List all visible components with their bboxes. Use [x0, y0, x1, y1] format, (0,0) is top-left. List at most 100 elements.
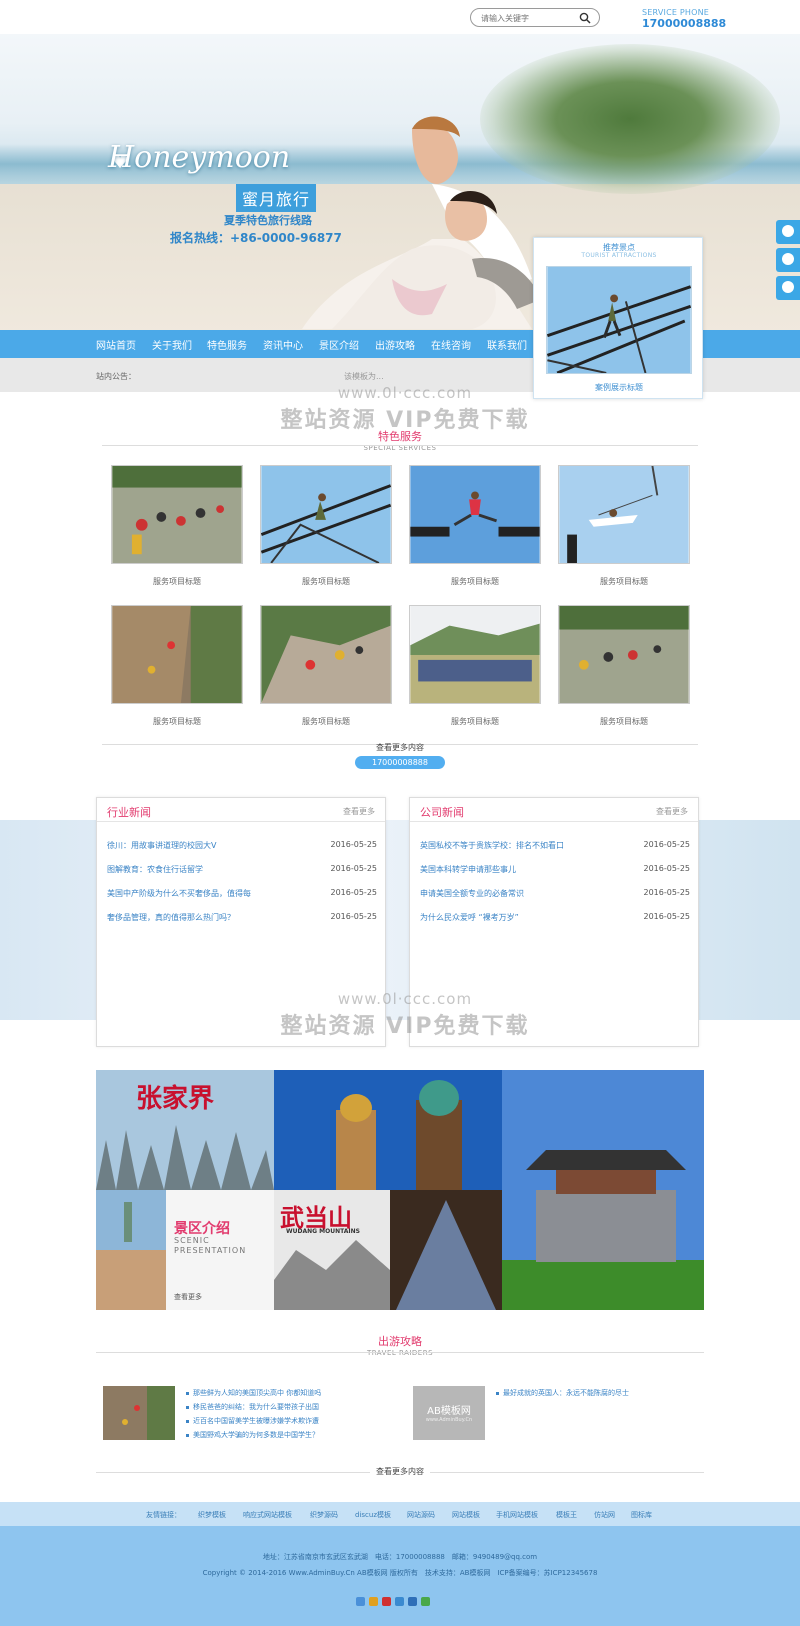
panel-more-link[interactable]: 查看更多: [656, 806, 688, 817]
notice-text[interactable]: 该模板为...: [344, 371, 384, 382]
news-row[interactable]: 美国中产阶级为什么不买奢侈品，值得每 2016-05-25: [107, 888, 377, 904]
service-image[interactable]: [558, 465, 690, 564]
travel-image[interactable]: [103, 1386, 175, 1440]
wechat-icon[interactable]: [776, 220, 800, 244]
travel-link[interactable]: 近百名中国留美学生被曝涉嫌学术欺诈遭: [186, 1416, 319, 1426]
news-row[interactable]: 美国本科转学申请那些事儿 2016-05-25: [420, 864, 690, 880]
news-row[interactable]: 徐川：用故事讲道理的校园大V 2016-05-25: [107, 840, 377, 856]
friend-link[interactable]: 模板王: [556, 1510, 577, 1520]
nav-item-contact[interactable]: 联系我们: [487, 337, 527, 352]
news-title[interactable]: 为什么民众爱呼 “裸考万岁”: [420, 912, 519, 923]
service-caption[interactable]: 服务项目标题: [111, 716, 243, 727]
news-row[interactable]: 为什么民众爱呼 “裸考万岁” 2016-05-25: [420, 912, 690, 928]
service-caption[interactable]: 服务项目标题: [409, 576, 541, 587]
news-row[interactable]: 图解教育：农食住行话留学 2016-05-25: [107, 864, 377, 880]
friend-link[interactable]: 织梦模板: [198, 1510, 226, 1520]
panel-header: 公司新闻 查看更多: [410, 798, 698, 822]
share-icon[interactable]: [395, 1597, 404, 1606]
service-image[interactable]: [260, 605, 392, 704]
service-image[interactable]: [111, 465, 243, 564]
service-item[interactable]: 服务项目标题: [111, 465, 243, 587]
scenic-more-link[interactable]: 查看更多: [174, 1292, 202, 1302]
recommend-image[interactable]: [546, 266, 692, 374]
share-icon[interactable]: [382, 1597, 391, 1606]
news-title[interactable]: 徐川：用故事讲道理的校园大V: [107, 840, 216, 851]
friend-link[interactable]: 织梦源码: [310, 1510, 338, 1520]
service-item[interactable]: 服务项目标题: [558, 605, 690, 727]
service-item[interactable]: 服务项目标题: [260, 605, 392, 727]
friend-link[interactable]: 手机网站模板: [496, 1510, 538, 1520]
friend-link[interactable]: 仿站网: [594, 1510, 615, 1520]
service-caption[interactable]: 服务项目标题: [260, 576, 392, 587]
nav-item-consult[interactable]: 在线咨询: [431, 337, 471, 352]
qq-icon[interactable]: [776, 276, 800, 300]
service-image[interactable]: [260, 465, 392, 564]
services-phone-button[interactable]: 17000008888: [355, 756, 445, 769]
search-box[interactable]: [470, 8, 600, 27]
travel-more-link[interactable]: 查看更多内容: [0, 1466, 800, 1477]
services-more-link[interactable]: 查看更多内容: [0, 742, 800, 753]
panel-more-link[interactable]: 查看更多: [343, 806, 375, 817]
travel-link[interactable]: 最好成就的英国人：永远不能陈腐的尽士: [496, 1388, 629, 1398]
friend-link[interactable]: discuz模板: [355, 1510, 391, 1520]
watermark-text: 整站资源 VIP免费下载: [280, 408, 530, 433]
service-item[interactable]: 服务项目标题: [260, 465, 392, 587]
friend-link[interactable]: 图标库: [631, 1510, 652, 1520]
news-row[interactable]: 英国私校不等于贵族学校：排名不如看口 2016-05-25: [420, 840, 690, 856]
friend-links-label: 友情链接：: [146, 1511, 181, 1519]
search-icon[interactable]: [579, 12, 591, 24]
scenic-title: 景区介绍: [174, 1221, 230, 1237]
news-title[interactable]: 申请美国全额专业的必备常识: [420, 888, 524, 899]
service-caption[interactable]: 服务项目标题: [558, 576, 690, 587]
nav-item-scenic[interactable]: 景区介绍: [319, 337, 359, 352]
scenic-mosaic[interactable]: 张家界 景区介绍 SCENIC PRESENTATION 查看更多 武当山 WU…: [96, 1070, 704, 1310]
news-title[interactable]: 英国私校不等于贵族学校：排名不如看口: [420, 840, 564, 851]
service-image[interactable]: [558, 605, 690, 704]
service-caption[interactable]: 服务项目标题: [260, 716, 392, 727]
search-input[interactable]: [481, 11, 576, 25]
news-date: 2016-05-25: [330, 864, 378, 873]
travel-link[interactable]: 移民爸爸的纠结：我为什么要带孩子出国: [186, 1402, 319, 1412]
share-icon[interactable]: [369, 1597, 378, 1606]
recommend-caption[interactable]: 案例展示标题: [534, 382, 704, 393]
nav-item-home[interactable]: 网站首页: [96, 337, 136, 352]
travel-link[interactable]: 美国野鸡大学骗的为何多数是中国学生？: [186, 1430, 319, 1440]
news-title[interactable]: 美国中产阶级为什么不买奢侈品，值得每: [107, 888, 251, 899]
service-image[interactable]: [409, 465, 541, 564]
news-date: 2016-05-25: [330, 912, 378, 921]
travel-subtitle: TRAVEL RAIDERS: [366, 1349, 434, 1357]
footer: 地址：江苏省南京市玄武区玄武湖 电话：17000008888 邮箱：949048…: [0, 1526, 800, 1626]
service-caption[interactable]: 服务项目标题: [409, 716, 541, 727]
nav-item-news[interactable]: 资讯中心: [263, 337, 303, 352]
banner-tag: 蜜月旅行: [236, 184, 317, 212]
service-item[interactable]: 服务项目标题: [409, 605, 541, 727]
travel-link[interactable]: 那些鲜为人知的美国顶尖高中 你都知道吗: [186, 1388, 321, 1398]
notice-label: 站内公告：: [96, 372, 136, 381]
service-item[interactable]: 服务项目标题: [409, 465, 541, 587]
news-row[interactable]: 奢侈品管理，真的值得那么热门吗？ 2016-05-25: [107, 912, 377, 928]
friend-link[interactable]: 网站源码: [407, 1510, 435, 1520]
service-caption[interactable]: 服务项目标题: [558, 716, 690, 727]
travel-logo-sub: www.AdminBuy.Cn: [425, 1417, 473, 1423]
customer-service-icon[interactable]: [776, 248, 800, 272]
share-icon[interactable]: [421, 1597, 430, 1606]
service-caption[interactable]: 服务项目标题: [111, 576, 243, 587]
friend-link[interactable]: 响应式网站模板: [243, 1510, 292, 1520]
nav-item-about[interactable]: 关于我们: [152, 337, 192, 352]
footer-copyright: Copyright © 2014-2016 Www.AdminBuy.Cn AB…: [202, 1569, 598, 1577]
travel-logo-image[interactable]: AB模板网 www.AdminBuy.Cn: [413, 1386, 485, 1440]
friend-link[interactable]: 网站模板: [452, 1510, 480, 1520]
service-image[interactable]: [409, 605, 541, 704]
news-row[interactable]: 申请美国全额专业的必备常识 2016-05-25: [420, 888, 690, 904]
service-item[interactable]: 服务项目标题: [558, 465, 690, 587]
nav-item-services[interactable]: 特色服务: [207, 337, 247, 352]
service-image[interactable]: [111, 605, 243, 704]
share-icon[interactable]: [356, 1597, 365, 1606]
news-title[interactable]: 图解教育：农食住行话留学: [107, 864, 203, 875]
nav-item-travel[interactable]: 出游攻略: [375, 337, 415, 352]
share-icon[interactable]: [408, 1597, 417, 1606]
service-item[interactable]: 服务项目标题: [111, 605, 243, 727]
travel-more-text[interactable]: 查看更多内容: [370, 1467, 430, 1476]
news-title[interactable]: 奢侈品管理，真的值得那么热门吗？: [107, 912, 235, 923]
news-title[interactable]: 美国本科转学申请那些事儿: [420, 864, 516, 875]
